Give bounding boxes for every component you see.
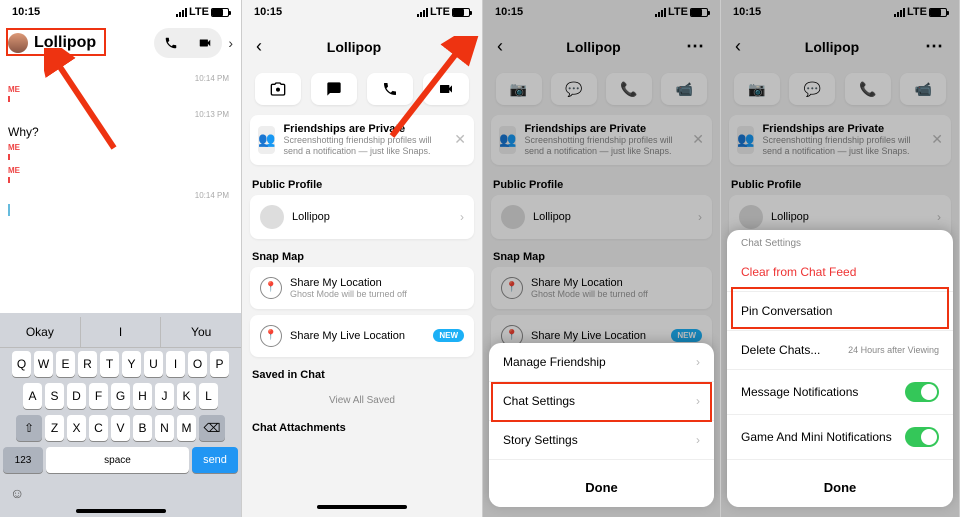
toggle-on[interactable] (905, 427, 939, 447)
shift-key[interactable]: ⇧ (16, 415, 42, 441)
emoji-button[interactable]: ☺ (0, 479, 241, 509)
send-key[interactable]: send (192, 447, 238, 473)
clear-chat-row[interactable]: Clear from Chat Feed (727, 253, 953, 292)
chevron-right-icon: › (460, 210, 464, 224)
chevron-right-icon[interactable]: › (228, 35, 233, 51)
chat-settings-row[interactable]: Chat Settings› (489, 382, 714, 421)
view-all-saved[interactable]: View All Saved (242, 385, 482, 416)
avatar-icon (260, 205, 284, 229)
section-snap-map: Snap Map (242, 245, 482, 267)
space-key[interactable]: space (46, 447, 189, 473)
key[interactable]: Q (12, 351, 31, 377)
location-icon: 📍 (260, 325, 282, 347)
story-settings-row[interactable]: Story Settings› (489, 421, 714, 460)
home-indicator (317, 505, 407, 509)
more-button[interactable]: ⋯ (680, 34, 710, 59)
suggestion[interactable]: You (161, 317, 241, 347)
suggestion[interactable]: I (81, 317, 162, 347)
backspace-key[interactable]: ⌫ (199, 415, 225, 441)
profile-screen: 10:15LTE ‹ Lollipop ⋯ 👥 Friendships are … (242, 0, 483, 517)
section-saved: Saved in Chat (242, 363, 482, 385)
red-arrow (382, 36, 483, 146)
friends-icon: 👥 (258, 126, 275, 154)
section-public-profile: Public Profile (242, 173, 482, 195)
suggestion[interactable]: Okay (0, 317, 81, 347)
delete-chats-row[interactable]: Delete Chats...24 Hours after Viewing (727, 331, 953, 370)
red-arrow (44, 48, 134, 158)
chat-settings-sheet: Chat Settings Clear from Chat Feed Pin C… (727, 230, 953, 507)
chat-screen: 10:15 LTE Lollipop › 10:14 PM ME 10:13 P… (0, 0, 242, 517)
sheet-header: Chat Settings (727, 230, 953, 253)
chat-button[interactable] (311, 73, 357, 105)
new-badge: NEW (433, 329, 464, 342)
home-indicator (76, 509, 166, 513)
done-button[interactable]: Done (489, 468, 714, 507)
keyboard: Okay I You QWERTYUIOP ASDFGHJKL ⇧ZXCVBNM… (0, 313, 241, 517)
avatar-icon[interactable] (8, 33, 28, 53)
back-button[interactable]: ‹ (252, 32, 266, 61)
section-attachments: Chat Attachments (242, 416, 482, 438)
toggle-on[interactable] (905, 382, 939, 402)
audio-call-button[interactable] (156, 30, 186, 56)
share-location-row[interactable]: 📍 Share My LocationGhost Mode will be tu… (250, 267, 474, 309)
location-icon: 📍 (260, 277, 282, 299)
video-call-button[interactable] (190, 30, 220, 56)
pin-conversation-row[interactable]: Pin Conversation (727, 292, 953, 331)
status-right: LTE (176, 6, 229, 18)
status-bar: 10:15 LTE (0, 0, 241, 22)
action-sheet: Manage Friendship› Chat Settings› Story … (489, 343, 714, 507)
message-notifications-row[interactable]: Message Notifications (727, 370, 953, 415)
numbers-key[interactable]: 123 (3, 447, 43, 473)
profile-sheet-screen: 10:15LTE ‹Lollipop⋯ 📷💬📞📹 👥Friendships ar… (483, 0, 721, 517)
status-time: 10:15 (12, 6, 40, 18)
profile-row[interactable]: Lollipop › (250, 195, 474, 239)
snap-button[interactable] (255, 73, 301, 105)
game-notifications-row[interactable]: Game And Mini Notifications (727, 415, 953, 460)
share-live-location-row[interactable]: 📍 Share My Live Location NEW (250, 315, 474, 357)
done-button[interactable]: Done (727, 468, 953, 507)
chat-settings-sheet-screen: 10:15LTE ‹Lollipop⋯ 📷💬📞📹 👥Friendships ar… (721, 0, 960, 517)
back-button[interactable]: ‹ (493, 32, 507, 61)
manage-friendship-row[interactable]: Manage Friendship› (489, 343, 714, 382)
